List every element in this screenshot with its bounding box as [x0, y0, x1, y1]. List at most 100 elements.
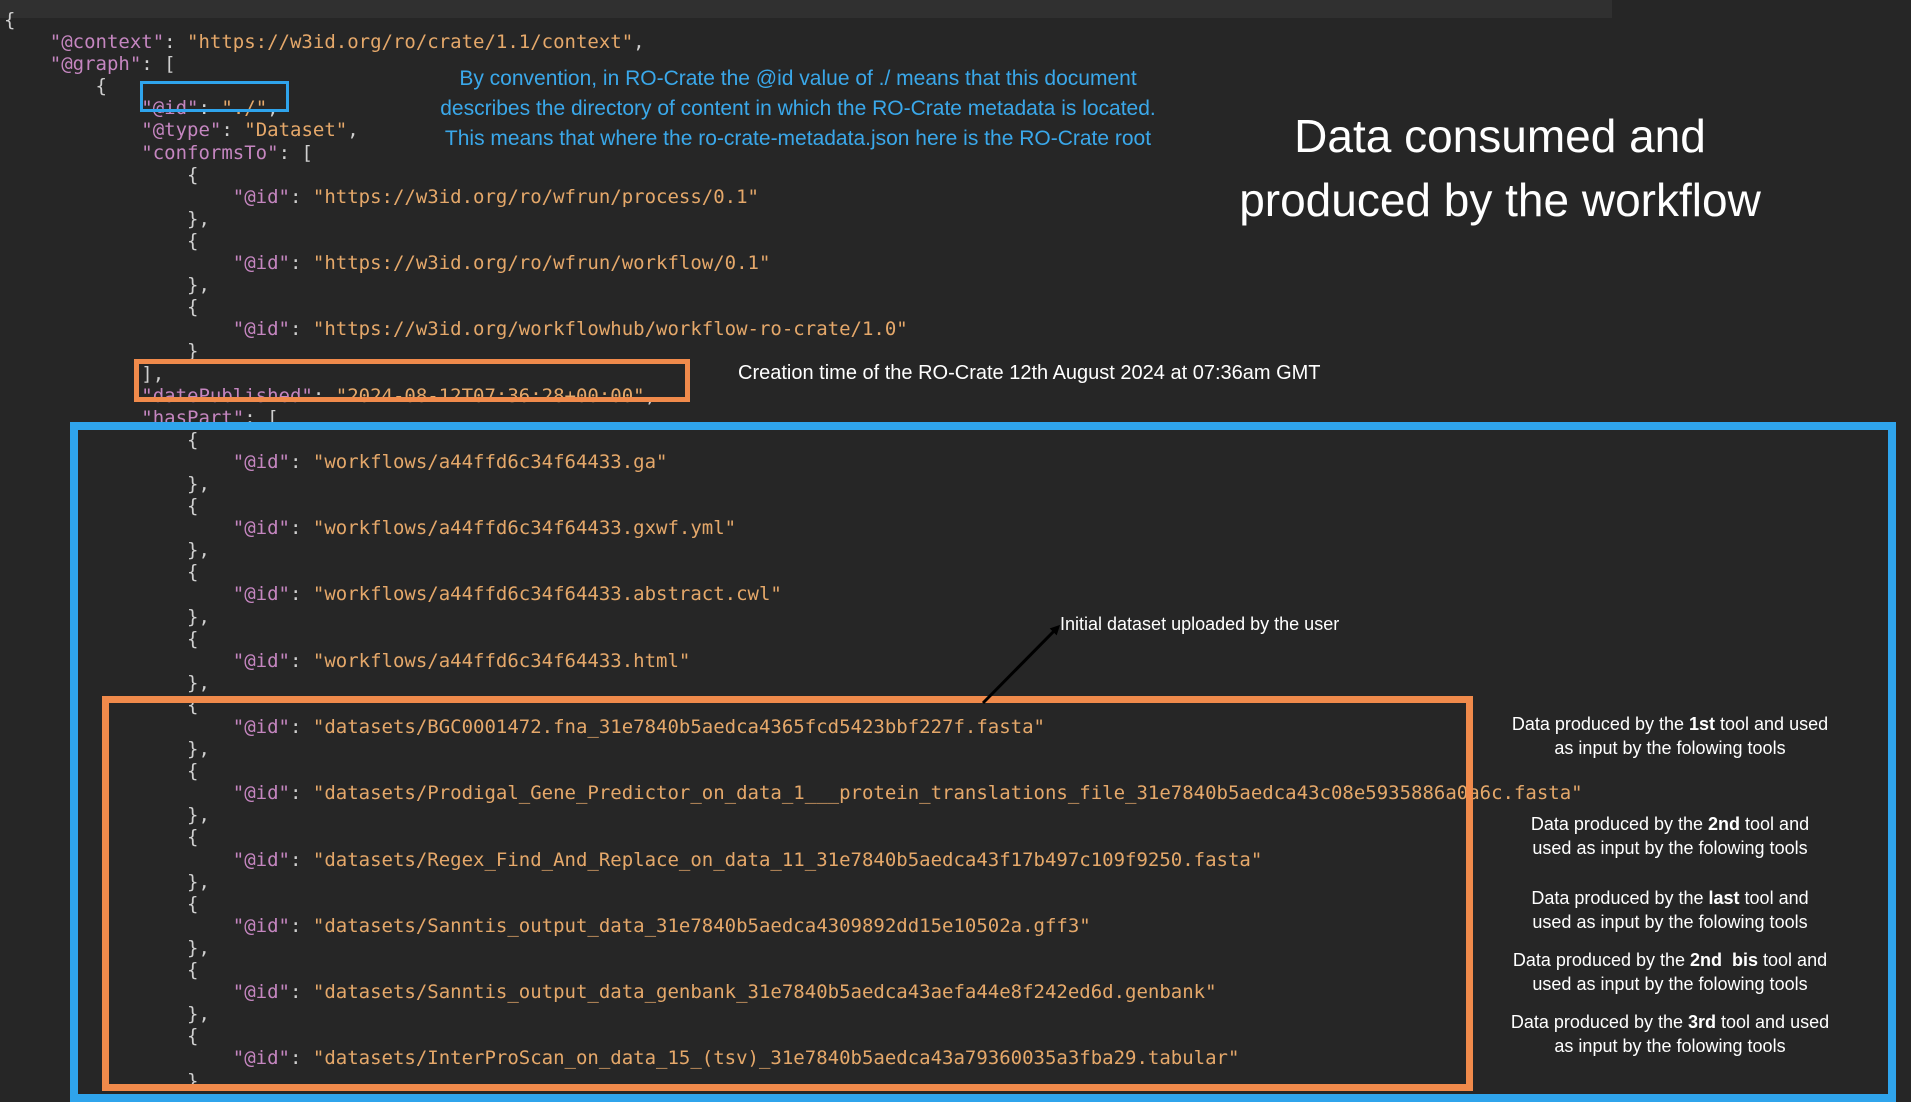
json-punctuation: ,: [644, 384, 657, 407]
json-key: "@id": [232, 914, 290, 937]
json-string: "https://w3id.org/ro/wfrun/process/0.1": [312, 185, 759, 208]
json-punctuation: },: [187, 804, 210, 827]
json-punctuation: {: [187, 826, 199, 849]
tool-note-emphasis: 2nd bis: [1690, 950, 1759, 970]
json-punctuation: :: [289, 782, 313, 805]
code-line: },: [4, 539, 1583, 561]
json-string: "datasets/Sanntis_output_data_genbank_31…: [312, 981, 1217, 1004]
json-punctuation: :: [289, 450, 313, 473]
tool-note: Data produced by the 3rd tool and used as…: [1478, 1010, 1862, 1058]
json-key: "@id": [232, 716, 290, 738]
json-punctuation: : [: [278, 141, 313, 164]
json-key: "@id": [232, 450, 290, 473]
code-line: },: [4, 871, 1583, 893]
code-line: },: [4, 738, 1583, 760]
tool-note-text: tool and: [1739, 888, 1809, 908]
json-punctuation: :: [289, 649, 313, 672]
code-line: "@context": "https://w3id.org/ro/crate/1…: [4, 31, 1583, 53]
json-string: "workflows/a44ffd6c34f64433.html": [312, 649, 691, 672]
tool-note: Data produced by the 2nd tool and used as…: [1478, 812, 1862, 860]
tool-note-text: Data produced by the: [1511, 714, 1689, 734]
json-string: "datasets/InterProScan_on_data_15_(tsv)_…: [312, 1047, 1240, 1070]
tool-note-line: as input by the folowing tools: [1554, 738, 1786, 758]
json-punctuation: {: [4, 9, 16, 31]
json-punctuation: {: [187, 495, 199, 518]
json-key: "@id": [232, 848, 290, 871]
convention-note: By convention, in RO-Crate the @id value…: [388, 64, 1208, 154]
json-key: "@type": [141, 119, 222, 142]
json-punctuation: {: [187, 959, 199, 982]
code-line: {: [4, 429, 1583, 451]
json-punctuation: ,: [267, 97, 279, 120]
json-punctuation: :: [198, 97, 222, 120]
code-line: "@id": "workflows/a44ffd6c34f64433.html": [4, 650, 1583, 672]
code-line: "@id": "https://w3id.org/workflowhub/wor…: [4, 318, 1583, 340]
json-punctuation: :: [289, 583, 313, 606]
tool-note-text: tool and used: [1716, 1012, 1830, 1032]
code-line: {: [4, 959, 1583, 981]
tool-note-text: Data produced by the: [1512, 950, 1691, 970]
code-line: {: [4, 826, 1583, 848]
json-punctuation: },: [187, 671, 210, 694]
code-line: "@id": "datasets/Sanntis_output_data_31e…: [4, 915, 1583, 937]
code-line: "@id": "datasets/BGC0001472.fna_31e7840b…: [4, 716, 1583, 738]
code-line: },: [4, 804, 1583, 826]
code-line: "@id": "workflows/a44ffd6c34f64433.gxwf.…: [4, 517, 1583, 539]
creation-time-note: Creation time of the RO-Crate 12th Augus…: [738, 362, 1321, 384]
code-line: {: [4, 9, 1583, 31]
json-punctuation: :: [289, 185, 313, 208]
json-punctuation: {: [95, 75, 107, 98]
json-punctuation: {: [187, 892, 199, 915]
tool-note-text: tool and: [1758, 950, 1828, 970]
code-line: "datePublished": "2024-08-12T07:36:28+00…: [4, 385, 1583, 407]
json-punctuation: :: [221, 119, 245, 142]
code-line: },: [4, 274, 1583, 296]
tool-note-line: Data produced by the 2nd bis tool and: [1478, 948, 1862, 972]
json-punctuation: {: [187, 296, 199, 319]
convention-note-line: describes the directory of content in wh…: [440, 97, 1156, 120]
json-punctuation: :: [164, 31, 188, 54]
tool-note-line: as input by the folowing tools: [1554, 1036, 1786, 1056]
tool-note-line: used as input by the folowing tools: [1532, 838, 1808, 858]
heading-line: produced by the workflow: [1239, 174, 1761, 226]
json-key: "hasPart": [141, 406, 245, 429]
json-string: "workflows/a44ffd6c34f64433.gxwf.yml": [312, 517, 737, 540]
heading-line: Data consumed and: [1294, 110, 1706, 162]
tool-note-emphasis: 1st: [1689, 714, 1716, 734]
tool-note-emphasis: 3rd: [1688, 1012, 1717, 1032]
json-punctuation: },: [187, 1003, 210, 1026]
json-string: "datasets/BGC0001472.fna_31e7840b5aedca4…: [312, 716, 1045, 738]
json-string: "Dataset": [244, 119, 348, 142]
code-line: {: [4, 230, 1583, 252]
code-line: },: [4, 672, 1583, 694]
json-punctuation: :: [289, 1047, 313, 1070]
json-key: "@id": [232, 185, 290, 208]
tool-note-text: Data produced by the: [1530, 814, 1709, 834]
json-punctuation: :: [289, 848, 313, 871]
json-punctuation: },: [187, 472, 210, 495]
json-punctuation: },: [187, 274, 210, 297]
json-key: "datePublished": [141, 384, 313, 407]
code-line: "hasPart": [: [4, 407, 1583, 429]
